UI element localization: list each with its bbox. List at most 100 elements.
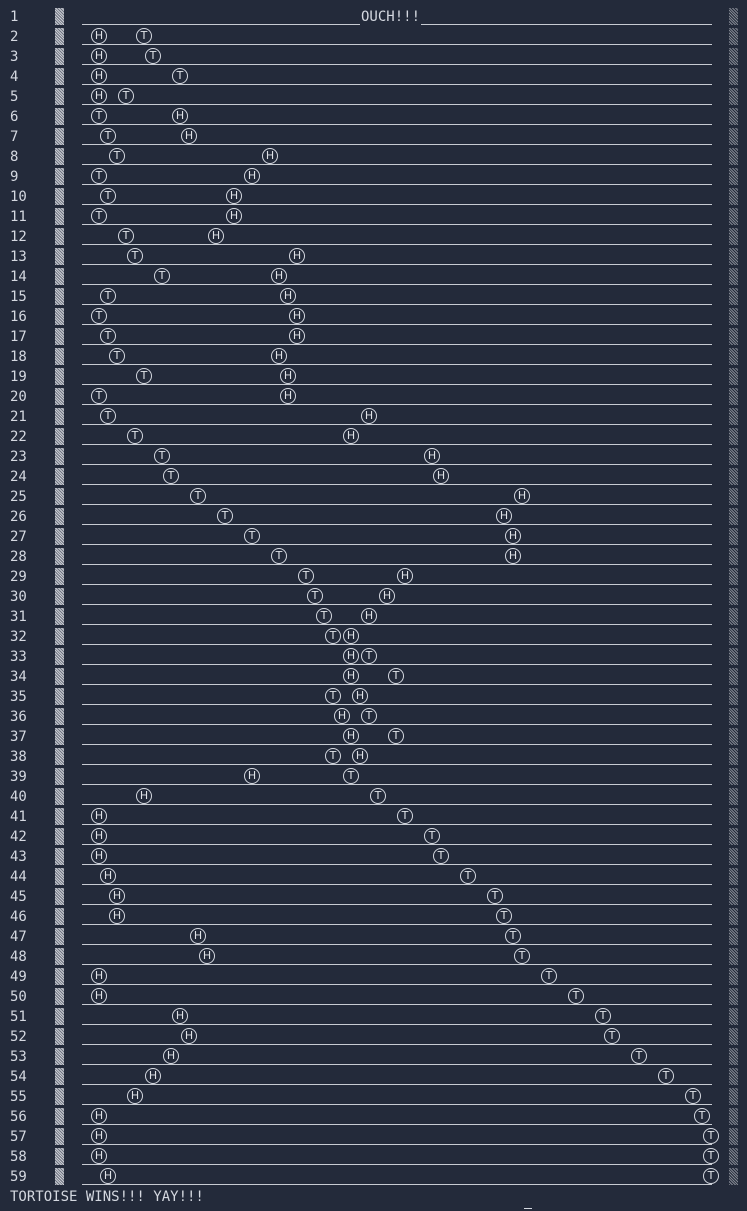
race-row: 12 T H — [0, 227, 747, 247]
right-edge-block — [729, 148, 738, 165]
hare-token: H — [172, 108, 188, 124]
line-number: 23 — [10, 449, 27, 465]
hare-token: H — [361, 408, 377, 424]
race-row: 52 H T — [0, 1027, 747, 1047]
right-edge-block — [729, 1068, 738, 1085]
race-row: 38 T H — [0, 747, 747, 767]
lane-marker-block — [55, 488, 64, 505]
track-line — [82, 944, 712, 945]
track-line — [82, 1084, 712, 1085]
line-number: 6 — [10, 109, 19, 125]
race-row: 28 T H — [0, 547, 747, 567]
track-line — [82, 604, 712, 605]
lane-marker-block — [55, 808, 64, 825]
lane-marker-block — [55, 1068, 64, 1085]
hare-token: H — [91, 1128, 107, 1144]
hare-token: H — [280, 288, 296, 304]
line-number: 29 — [10, 569, 27, 585]
lane-marker-block — [55, 428, 64, 445]
tortoise-token: T — [91, 208, 107, 224]
line-number: 25 — [10, 489, 27, 505]
tortoise-token: T — [631, 1048, 647, 1064]
lane-marker-block — [55, 848, 64, 865]
hare-token: H — [343, 648, 359, 664]
hare-token: H — [127, 1088, 143, 1104]
tortoise-token: T — [109, 148, 125, 164]
hare-token: H — [280, 368, 296, 384]
race-row: 9 T H — [0, 167, 747, 187]
hare-token: H — [91, 28, 107, 44]
tortoise-token: T — [460, 868, 476, 884]
tortoise-token: T — [397, 808, 413, 824]
lane-marker-block — [55, 948, 64, 965]
lane-marker-block — [55, 828, 64, 845]
race-row: 25 T H — [0, 487, 747, 507]
right-edge-block — [729, 948, 738, 965]
race-row: 39 H T — [0, 767, 747, 787]
lane-marker-block — [55, 768, 64, 785]
line-number: 33 — [10, 649, 27, 665]
race-row: 5 HT — [0, 87, 747, 107]
tortoise-token: T — [91, 168, 107, 184]
right-edge-block — [729, 648, 738, 665]
race-row: 3 H T — [0, 47, 747, 67]
tortoise-token: T — [100, 328, 116, 344]
track-line — [82, 664, 712, 665]
lane-marker-block — [55, 548, 64, 565]
track-line — [82, 764, 712, 765]
right-edge-block — [729, 1008, 738, 1025]
line-number: 59 — [10, 1169, 27, 1185]
line-number: 9 — [10, 169, 19, 185]
tortoise-token: T — [685, 1088, 701, 1104]
ouch-text: OUCH!!! — [360, 9, 422, 25]
tortoise-token: T — [118, 228, 134, 244]
tortoise-token: T — [325, 688, 341, 704]
hare-token: H — [100, 868, 116, 884]
hare-token: H — [226, 188, 242, 204]
track-line — [82, 924, 712, 925]
hare-token: H — [244, 768, 260, 784]
line-number: 43 — [10, 849, 27, 865]
race-row: 51 H T — [0, 1007, 747, 1027]
line-number: 46 — [10, 909, 27, 925]
tortoise-token: T — [703, 1148, 719, 1164]
lane-marker-block — [55, 208, 64, 225]
race-row: 33 H T — [0, 647, 747, 667]
hare-token: H — [343, 728, 359, 744]
lane-marker-block — [55, 8, 64, 25]
track-line — [82, 704, 712, 705]
hare-token: H — [199, 948, 215, 964]
line-number: 8 — [10, 149, 19, 165]
right-edge-block — [729, 1048, 738, 1065]
right-edge-block — [729, 348, 738, 365]
lane-marker-block — [55, 928, 64, 945]
right-edge-block — [729, 268, 738, 285]
line-number: 52 — [10, 1029, 27, 1045]
track-line — [82, 524, 712, 525]
track-line — [82, 124, 712, 125]
line-number: 24 — [10, 469, 27, 485]
hare-token: H — [190, 928, 206, 944]
track-line — [82, 544, 712, 545]
right-edge-block — [729, 208, 738, 225]
right-edge-block — [729, 988, 738, 1005]
hare-token: H — [505, 548, 521, 564]
track-line — [82, 384, 712, 385]
line-number: 28 — [10, 549, 27, 565]
track-line — [82, 484, 712, 485]
track-line — [82, 1064, 712, 1065]
lane-marker-block — [55, 1088, 64, 1105]
right-edge-block — [729, 308, 738, 325]
race-row: 57 H T — [0, 1127, 747, 1147]
track-line — [82, 1104, 712, 1105]
tortoise-token: T — [604, 1028, 620, 1044]
hare-token: H — [91, 88, 107, 104]
right-edge-block — [729, 408, 738, 425]
line-number: 40 — [10, 789, 27, 805]
line-number: 48 — [10, 949, 27, 965]
right-edge-block — [729, 808, 738, 825]
line-number: 50 — [10, 989, 27, 1005]
lane-marker-block — [55, 648, 64, 665]
lane-marker-block — [55, 988, 64, 1005]
right-edge-block — [729, 748, 738, 765]
